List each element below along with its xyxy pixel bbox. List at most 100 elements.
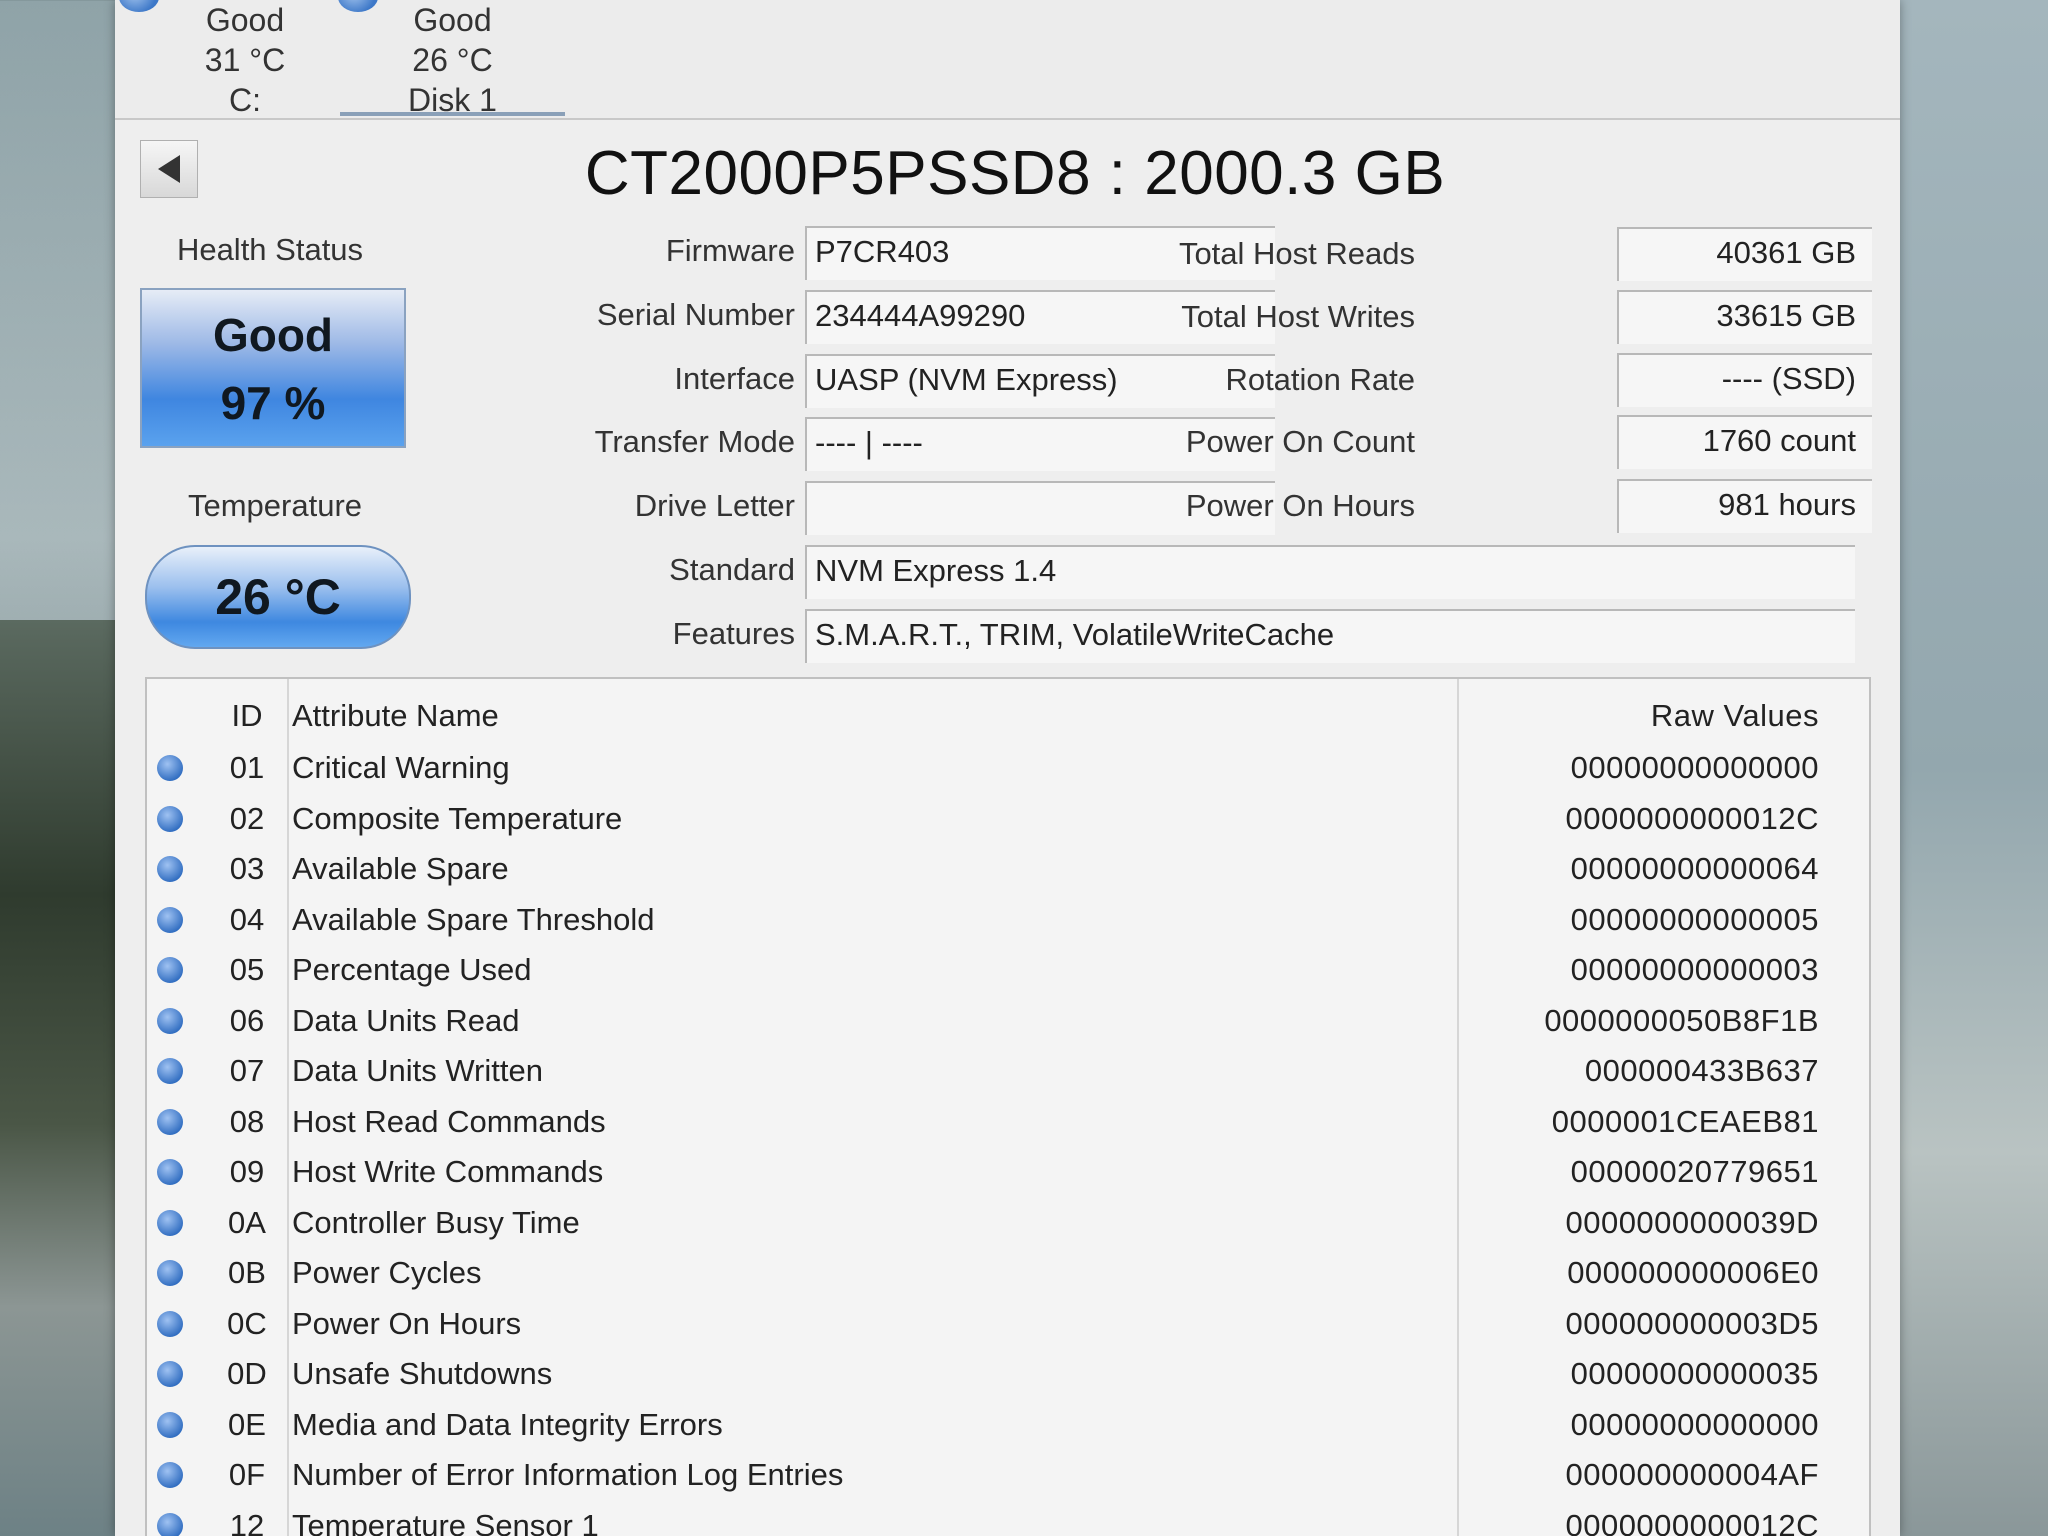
table-row[interactable]: 0D Unsafe Shutdowns 00000000000035 <box>147 1349 1869 1399</box>
status-dot-icon <box>157 1159 183 1185</box>
attribute-raw-value: 00000020779651 <box>1570 1154 1819 1189</box>
disk-tab-label: Disk 1 <box>408 82 497 118</box>
status-dot-icon <box>157 805 183 832</box>
attribute-id: 06 <box>229 1002 265 1038</box>
attribute-name: Unsafe Shutdowns <box>292 1356 553 1391</box>
firmware-label: Firmware <box>665 233 795 268</box>
table-row[interactable]: 01 Critical Warning 00000000000000 <box>147 743 1869 793</box>
standard-field: NVM Express 1.4 <box>805 545 1855 599</box>
attribute-raw-value: 00000000000064 <box>1570 851 1819 886</box>
status-cell <box>157 1450 197 1503</box>
attribute-id: 0F <box>228 1457 266 1492</box>
table-row[interactable]: 0C Power On Hours 000000000003D5 <box>147 1299 1869 1349</box>
background-left <box>0 620 130 1536</box>
attribute-raw-value: 0000000000039D <box>1565 1204 1819 1240</box>
table-row[interactable]: 02 Composite Temperature 0000000000012C <box>147 794 1869 844</box>
smart-attributes-table[interactable]: ID Attribute Name Raw Values 01 Critical … <box>145 677 1871 1536</box>
table-row[interactable]: 0B Power Cycles 000000000006E0 <box>147 1248 1869 1298</box>
attribute-raw-value: 0000000000012C <box>1565 1507 1819 1536</box>
health-status-label: Health Status <box>176 232 364 267</box>
standard-label: Standard <box>669 552 795 587</box>
status-dot-icon <box>157 1411 183 1438</box>
power-on-hours-field: 981 hours <box>1617 479 1872 533</box>
disk-tab-temp: 26 °C <box>412 42 493 78</box>
table-row[interactable]: 12 Temperature Sensor 1 0000000000012C <box>147 1501 1869 1536</box>
status-cell <box>157 895 197 948</box>
status-dot-icon <box>119 0 159 12</box>
status-dot-icon <box>157 1007 183 1034</box>
status-dot-icon <box>157 856 183 882</box>
drive-letter-label: Drive Letter <box>634 488 795 523</box>
temperature-label: Temperature <box>187 488 363 523</box>
attribute-raw-value: 000000433B637 <box>1584 1053 1819 1088</box>
health-percent-value: 97 % <box>220 377 326 429</box>
disk-tab-status: Good <box>205 2 285 38</box>
disk-tab-disk1[interactable]: Good 26 °C Disk 1 <box>338 0 565 118</box>
disk-tab-label: C: <box>229 82 261 118</box>
total-host-writes-field: 33615 GB <box>1617 290 1872 344</box>
status-dot-icon <box>157 1462 183 1488</box>
header-id[interactable]: ID <box>207 691 287 741</box>
attribute-id: 12 <box>229 1507 265 1536</box>
table-row[interactable]: 08 Host Read Commands 0000001CEAEB81 <box>147 1097 1869 1147</box>
table-row[interactable]: 05 Percentage Used 00000000000003 <box>147 945 1869 995</box>
arrow-left-icon <box>158 155 180 183</box>
attribute-name: Host Read Commands <box>292 1103 606 1139</box>
attribute-name: Data Units Written <box>292 1053 543 1088</box>
background-right <box>1898 0 2048 1536</box>
attribute-id: 08 <box>229 1103 265 1139</box>
header-raw-values[interactable]: Raw Values <box>1651 691 1819 741</box>
status-cell <box>157 1349 197 1402</box>
attribute-name: Host Write Commands <box>292 1154 604 1189</box>
app-window: Good 31 °C C: Good 26 °C Disk 1 CT2000P5… <box>115 0 1900 1536</box>
health-status-button[interactable]: Good 97 % <box>140 288 406 448</box>
attribute-id: 0E <box>228 1406 266 1442</box>
attribute-raw-value: 0000001CEAEB81 <box>1551 1103 1819 1139</box>
attribute-raw-value: 00000000000000 <box>1570 750 1819 785</box>
table-row[interactable]: 09 Host Write Commands 00000020779651 <box>147 1147 1869 1197</box>
power-on-hours-label: Power On Hours <box>1185 488 1415 523</box>
attribute-name: Temperature Sensor 1 <box>292 1507 599 1536</box>
table-header: ID Attribute Name Raw Values <box>147 691 1869 741</box>
status-cell <box>157 1248 197 1301</box>
table-row[interactable]: 03 Available Spare 00000000000064 <box>147 844 1869 894</box>
rotation-rate-label: Rotation Rate <box>1225 362 1415 397</box>
table-row[interactable]: 04 Available Spare Threshold 0000000000000… <box>147 895 1869 945</box>
features-label: Features <box>672 616 795 651</box>
attribute-raw-value: 00000000000035 <box>1570 1356 1819 1391</box>
status-cell <box>157 1501 197 1536</box>
disk-tab-c[interactable]: Good 31 °C C: <box>119 0 335 118</box>
status-dot-icon <box>157 1310 183 1337</box>
attribute-raw-value: 0000000000012C <box>1565 800 1819 836</box>
disk-tab-temp: 31 °C <box>204 42 286 78</box>
attribute-id: 0A <box>228 1204 266 1240</box>
status-dot-icon <box>157 1361 183 1387</box>
status-dot-icon <box>157 1512 183 1536</box>
power-on-count-field: 1760 count <box>1617 415 1872 469</box>
attribute-name: Data Units Read <box>292 1002 520 1038</box>
attribute-raw-value: 00000000000000 <box>1570 1406 1819 1442</box>
header-attribute-name[interactable]: Attribute Name <box>292 691 499 741</box>
status-cell <box>157 1046 197 1099</box>
status-dot-icon <box>157 1058 183 1084</box>
attribute-id: 02 <box>229 800 265 836</box>
status-cell <box>157 743 197 796</box>
health-status-value: Good <box>212 309 334 361</box>
attribute-raw-value: 000000000004AF <box>1565 1457 1819 1492</box>
attribute-raw-value: 000000000003D5 <box>1565 1305 1819 1341</box>
table-row[interactable]: 0A Controller Busy Time 0000000000039D <box>147 1198 1869 1248</box>
total-host-reads-label: Total Host Reads <box>1178 236 1415 271</box>
table-row[interactable]: 06 Data Units Read 0000000050B8F1B <box>147 996 1869 1046</box>
temperature-button[interactable]: 26 °C <box>145 545 411 649</box>
attribute-name: Media and Data Integrity Errors <box>292 1406 723 1442</box>
attribute-id: 0D <box>227 1356 267 1391</box>
attribute-name: Controller Busy Time <box>292 1204 580 1240</box>
attribute-id: 04 <box>229 901 265 937</box>
table-row[interactable]: 0E Media and Data Integrity Errors 0000000… <box>147 1400 1869 1450</box>
table-row[interactable]: 07 Data Units Written 000000433B637 <box>147 1046 1869 1096</box>
table-row[interactable]: 0F Number of Error Information Log Entrie… <box>147 1450 1869 1500</box>
previous-disk-button[interactable] <box>140 140 198 198</box>
attribute-raw-value: 0000000050B8F1B <box>1544 1002 1819 1038</box>
status-cell <box>157 1097 197 1150</box>
disk-tab-bar: Good 31 °C C: Good 26 °C Disk 1 <box>115 0 1900 120</box>
